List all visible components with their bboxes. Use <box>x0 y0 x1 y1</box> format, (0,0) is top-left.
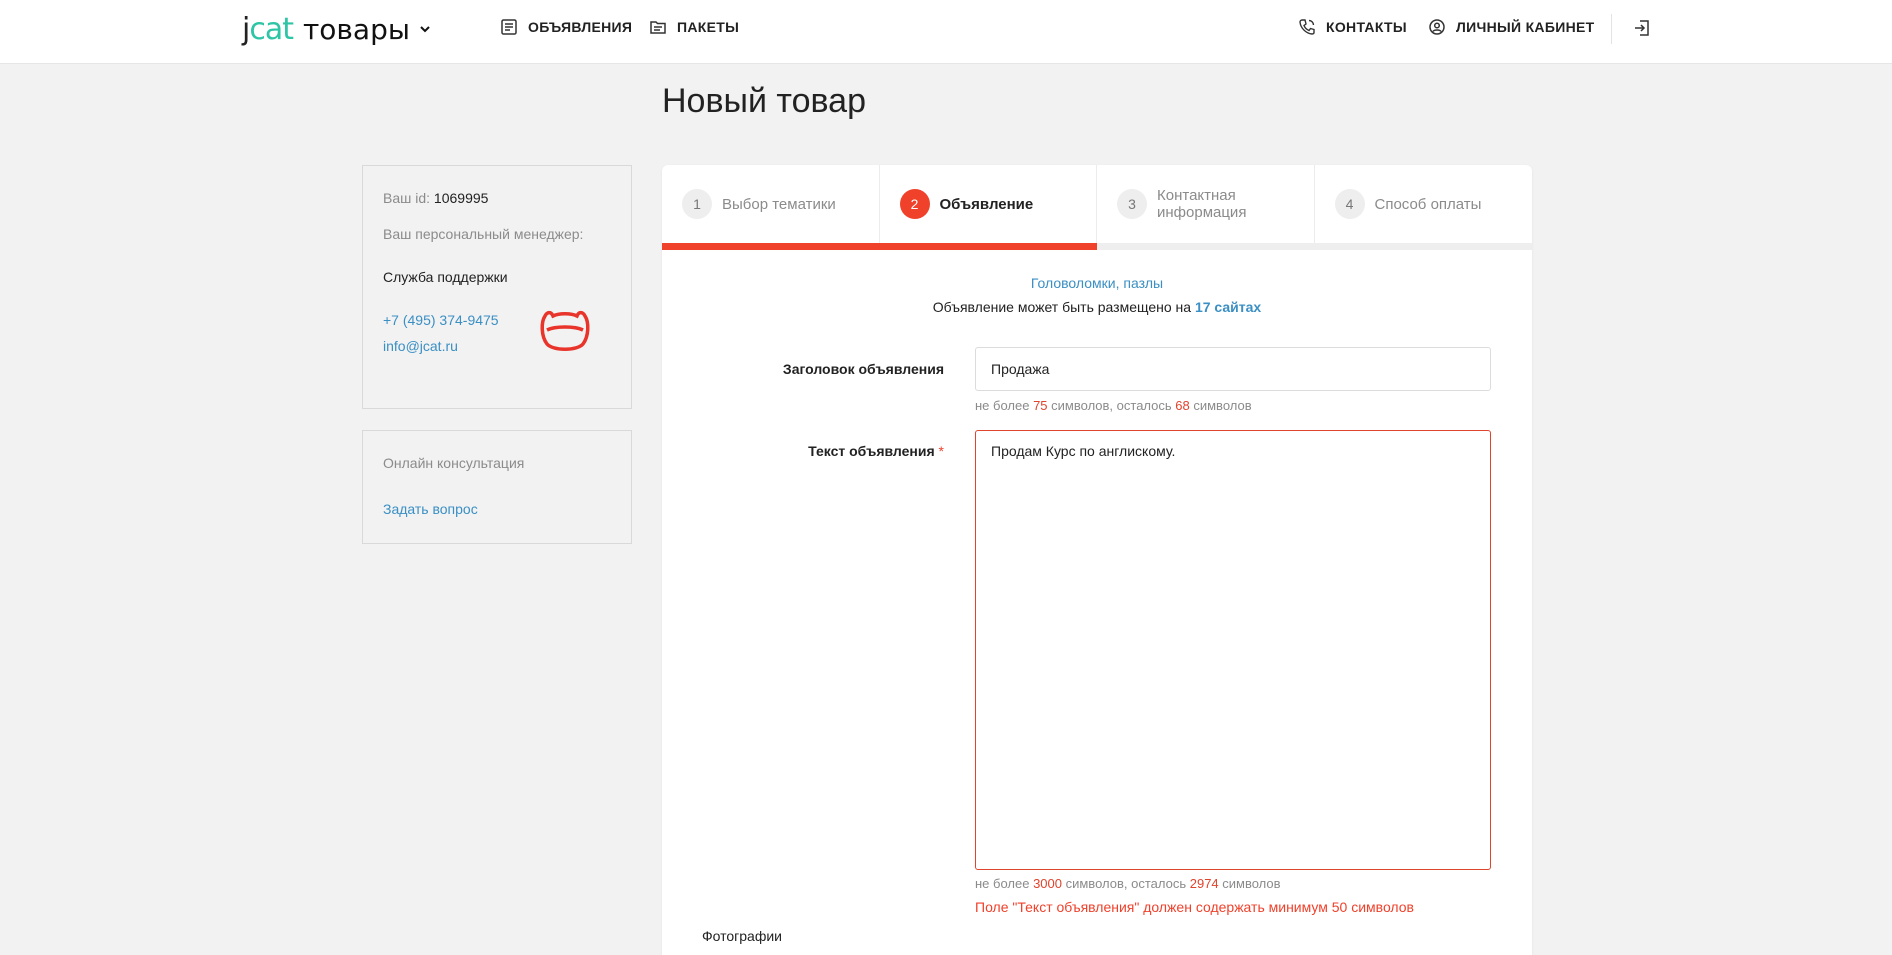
nav-ads-label: ОБЪЯВЛЕНИЯ <box>528 19 633 35</box>
placement-prefix: Объявление может быть размещено на <box>932 299 1195 315</box>
new-product-form-card: 1 Выбор тематики 2 Объявление 3 Контактн… <box>662 165 1532 955</box>
sites-count-link[interactable]: 17 сайтах <box>1195 299 1261 315</box>
folder-icon <box>650 21 666 34</box>
selected-category-link[interactable]: Головоломки, пазлы <box>662 275 1532 291</box>
cat-head-logo-icon <box>540 310 590 351</box>
manager-info-box: Ваш id: 1069995 Ваш персональный менедже… <box>362 165 632 409</box>
support-phone-link[interactable]: +7 (495) 374-9475 <box>383 312 499 328</box>
title-char-hint: не более 75 символов, осталось 68 символ… <box>975 398 1252 413</box>
wizard-progress-fill <box>662 243 1097 250</box>
step-label: Контактная информация <box>1157 187 1247 221</box>
text-field-label: Текст объявления * <box>662 443 944 459</box>
nav-cabinet-label: ЛИЧНЫЙ КАБИНЕТ <box>1456 19 1595 35</box>
manager-label: Ваш персональный менеджер: <box>383 226 584 242</box>
consult-title: Онлайн консультация <box>383 455 525 471</box>
chevron-down-icon[interactable] <box>418 22 432 36</box>
step-number: 2 <box>899 189 930 219</box>
step-advertisement[interactable]: 2 Объявление <box>880 165 1097 243</box>
user-id-label: Ваш id: <box>383 190 434 206</box>
nav-ads[interactable]: ОБЪЯВЛЕНИЯ <box>500 18 632 36</box>
phone-icon <box>1299 19 1315 35</box>
ad-text-textarea[interactable]: Продам Курс по англискому. <box>975 430 1491 870</box>
step-contact-info[interactable]: 3 Контактная информация <box>1097 165 1315 243</box>
nav-contacts-label: КОНТАКТЫ <box>1326 19 1407 35</box>
step-choose-topic[interactable]: 1 Выбор тематики <box>662 165 880 243</box>
nav-personal-cabinet[interactable]: ЛИЧНЫЙ КАБИНЕТ <box>1428 18 1594 36</box>
step-number: 3 <box>1117 189 1147 219</box>
nav-contacts[interactable]: КОНТАКТЫ <box>1298 18 1407 36</box>
step-payment-method[interactable]: 4 Способ оплаты <box>1315 165 1533 243</box>
header-divider <box>1611 14 1612 44</box>
user-id: Ваш id: 1069995 <box>383 190 488 206</box>
step-label: Выбор тематики <box>722 195 836 213</box>
online-consultation-box: Онлайн консультация Задать вопрос <box>362 430 632 544</box>
wizard-steps: 1 Выбор тематики 2 Объявление 3 Контактн… <box>662 165 1532 243</box>
photos-label: Фотографии <box>702 928 783 944</box>
text-validation-error: Поле "Текст объявления" должен содержать… <box>975 899 1414 915</box>
document-list-icon <box>501 19 517 35</box>
user-id-value: 1069995 <box>433 190 489 206</box>
required-mark: * <box>938 443 944 459</box>
page-title: Новый товар <box>662 82 866 120</box>
logo-j: j <box>242 11 250 47</box>
logo-section-name: товары <box>302 12 410 46</box>
support-name: Служба поддержки <box>383 269 508 285</box>
ask-question-link[interactable]: Задать вопрос <box>383 501 478 517</box>
top-navigation-bar: j cat товары ОБЪЯВЛЕНИЯ ПАКЕТЫ КОНТАКТЫ <box>0 0 1892 64</box>
nav-packages-label: ПАКЕТЫ <box>677 19 740 35</box>
jcat-logo[interactable]: j cat товары <box>242 11 432 47</box>
logo-cat: cat <box>249 11 294 47</box>
nav-packages[interactable]: ПАКЕТЫ <box>649 18 739 36</box>
step-number: 1 <box>682 189 712 219</box>
wizard-progress-bar <box>662 243 1532 250</box>
step-label: Объявление <box>939 195 1034 213</box>
logout-icon[interactable] <box>1632 18 1652 38</box>
ad-title-input[interactable] <box>975 347 1491 391</box>
step-label: Способ оплаты <box>1374 195 1482 213</box>
title-field-label: Заголовок объявления <box>782 361 944 377</box>
text-field-label-text: Текст объявления <box>808 443 935 459</box>
step-number: 4 <box>1334 189 1365 219</box>
placement-info: Объявление может быть размещено на 17 са… <box>662 299 1532 315</box>
support-email-link[interactable]: info@jcat.ru <box>383 338 458 354</box>
user-circle-icon <box>1429 19 1445 35</box>
text-char-hint: не более 3000 символов, осталось 2974 си… <box>975 876 1281 891</box>
